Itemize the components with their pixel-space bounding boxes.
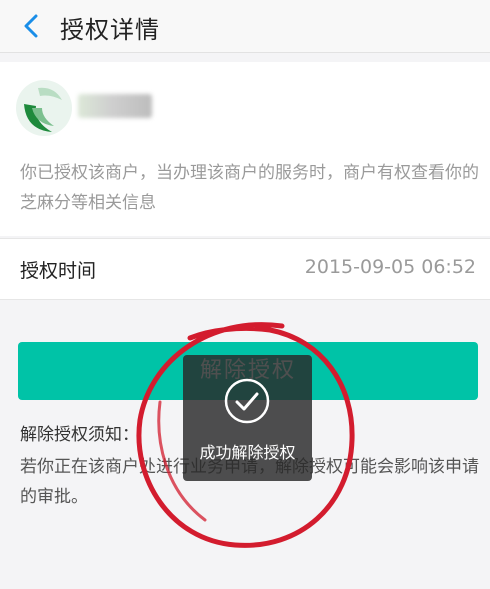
check-circle-icon — [223, 377, 271, 425]
auth-time-value: 2015-09-05 06:52 — [304, 256, 476, 278]
navigation-bar: 授权详情 — [0, 0, 490, 53]
page-title: 授权详情 — [60, 16, 160, 44]
success-toast: 成功解除授权 — [183, 355, 312, 481]
merchant-name-blurred — [78, 94, 152, 118]
merchant-card: 你已授权该商户，当办理该商户的服务时，商户有权查看你的芝麻分等相关信息 — [0, 62, 490, 236]
auth-time-row: 授权时间 2015-09-05 06:52 — [0, 238, 490, 300]
chevron-left-icon[interactable] — [20, 14, 42, 38]
revoke-notes-title: 解除授权须知： — [20, 425, 139, 445]
toast-message: 成功解除授权 — [199, 443, 296, 462]
merchant-logo — [14, 78, 74, 138]
auth-time-label: 授权时间 — [20, 260, 97, 282]
authorization-description: 你已授权该商户，当办理该商户的服务时，商户有权查看你的芝麻分等相关信息 — [20, 163, 479, 213]
